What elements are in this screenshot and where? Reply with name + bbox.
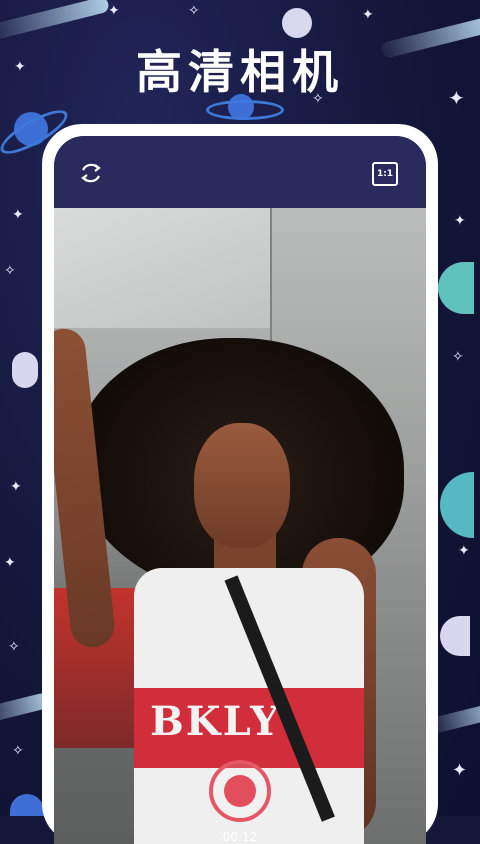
star-decoration: ✦ — [108, 3, 120, 19]
planet-ring-decoration — [206, 100, 284, 120]
star-decoration: ✦ — [10, 479, 22, 495]
star-decoration: ✧ — [188, 3, 200, 19]
star-decoration: ✦ — [12, 207, 24, 223]
planet-decoration — [440, 616, 470, 656]
planet-decoration — [12, 352, 38, 388]
camera-screen: 1:1 BKLY 00:12 — [54, 136, 426, 844]
star-decoration: ✧ — [452, 349, 464, 365]
star-decoration: ✦ — [362, 7, 374, 23]
star-decoration: ✧ — [8, 639, 20, 655]
viewfinder-jersey-text: BKLY — [150, 698, 281, 745]
viewfinder-wall — [54, 208, 270, 328]
planet-decoration — [10, 794, 44, 816]
star-decoration: ✦ — [4, 555, 16, 571]
record-dot-icon — [224, 775, 256, 807]
star-decoration: ✧ — [12, 743, 24, 759]
phone-frame: 1:1 BKLY 00:12 — [42, 124, 438, 844]
camera-viewfinder[interactable]: BKLY 00:12 — [54, 208, 426, 844]
camera-switch-icon[interactable] — [78, 160, 104, 186]
comet-decoration — [0, 0, 111, 41]
app-title: 高清相机 — [136, 45, 344, 99]
aspect-ratio-button[interactable]: 1:1 — [372, 162, 398, 186]
star-decoration: ✦ — [452, 760, 468, 781]
viewfinder-subject-face — [194, 423, 290, 548]
star-decoration: ✦ — [454, 213, 466, 229]
recording-timer: 00:12 — [222, 830, 258, 844]
star-decoration: ✧ — [4, 263, 16, 279]
planet-decoration — [440, 472, 474, 538]
planet-decoration — [438, 262, 474, 314]
shutter-button[interactable] — [209, 760, 271, 822]
camera-toolbar: 1:1 — [54, 136, 426, 208]
star-decoration: ✦ — [458, 543, 470, 559]
planet-decoration — [282, 8, 312, 38]
